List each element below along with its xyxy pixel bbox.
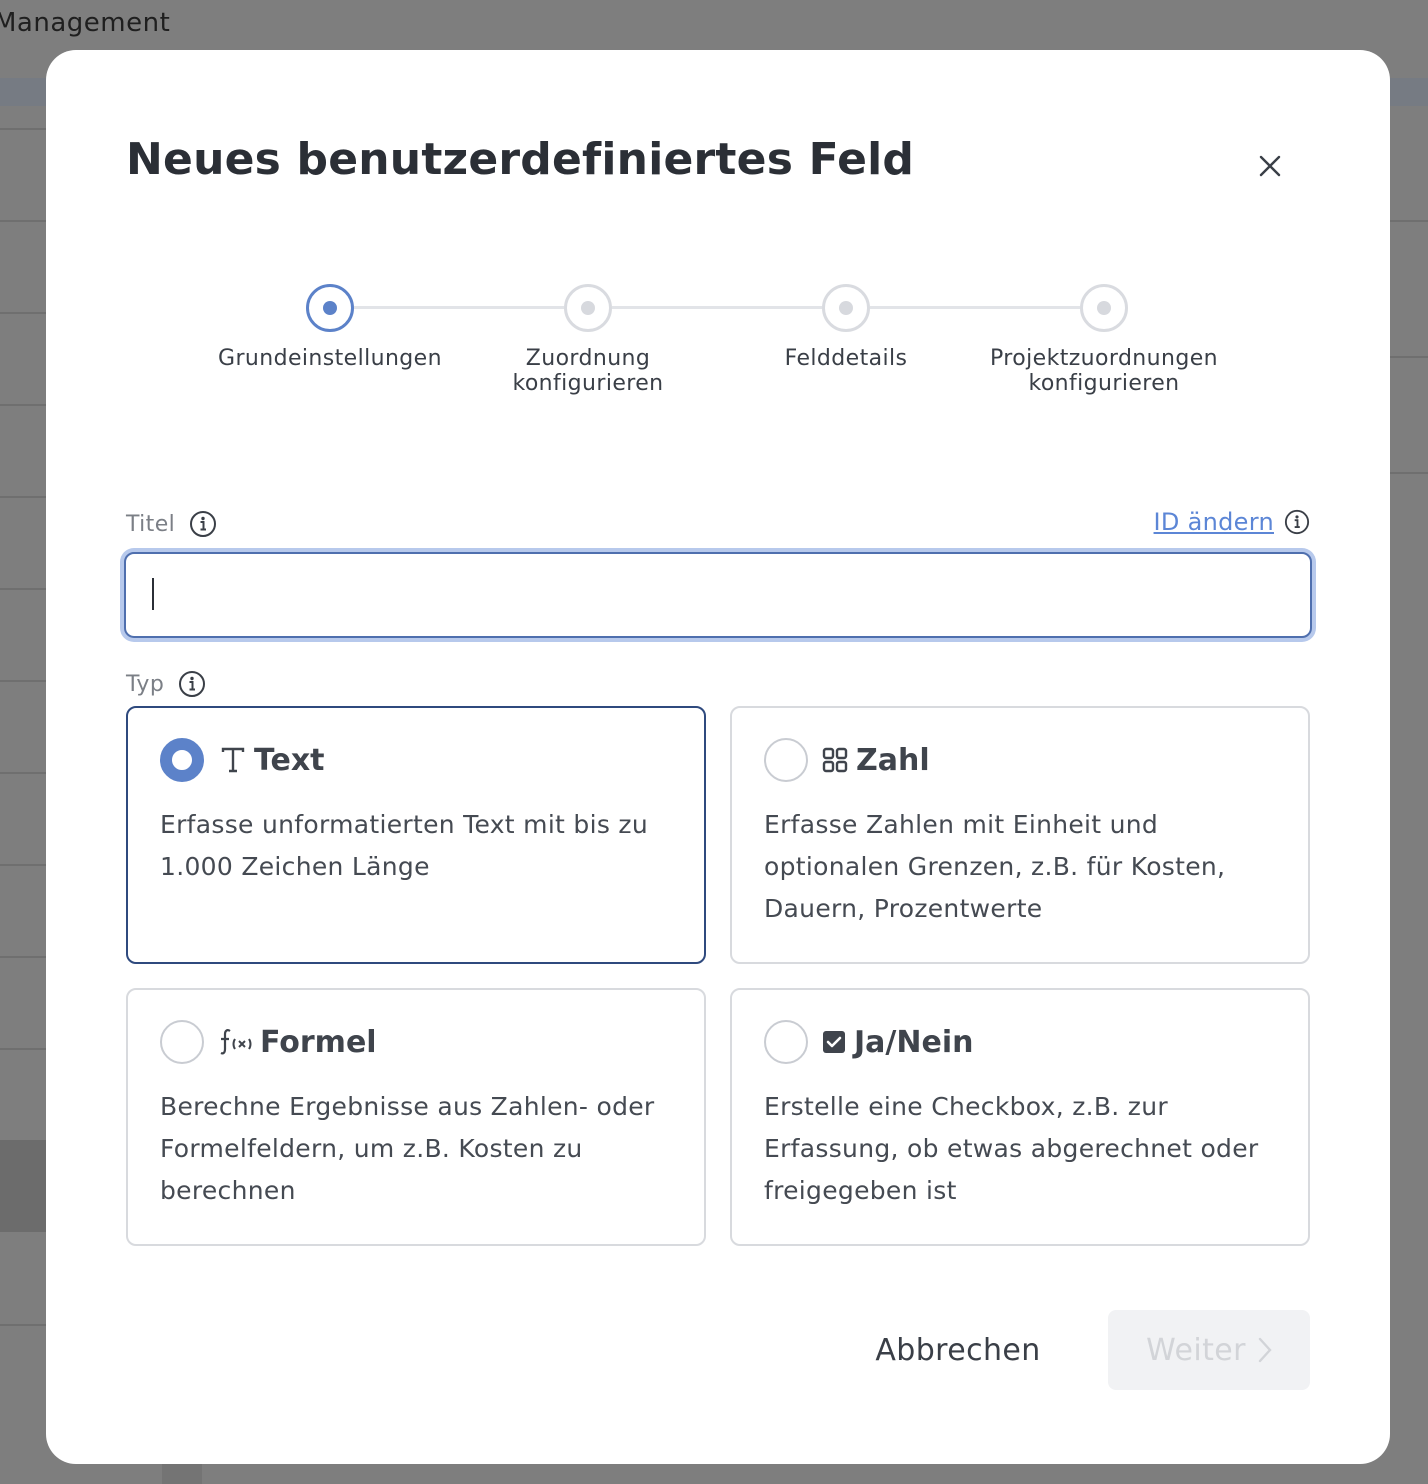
type-option-header: Text [220, 738, 325, 782]
step-indicator-projektzuordnungen [1080, 284, 1128, 332]
type-label: Typ [126, 671, 165, 697]
step-label-felddetails: Felddetails [784, 346, 908, 371]
cancel-button[interactable]: Abbrechen [858, 1310, 1058, 1390]
title-input[interactable] [124, 552, 1312, 638]
info-icon[interactable] [1284, 509, 1310, 535]
step-indicator-felddetails [822, 284, 870, 332]
type-option-zahl[interactable]: Zahl Erfasse Zahlen mit Einheit und opti… [730, 706, 1310, 964]
background-divider [0, 864, 46, 866]
type-field-label-row: Typ [126, 670, 206, 698]
type-option-header: Zahl [822, 738, 930, 782]
type-radio-zahl[interactable] [764, 738, 808, 782]
background-element [162, 1462, 202, 1484]
type-radio-text[interactable] [160, 738, 204, 782]
background-divider [1390, 472, 1428, 474]
text-cursor [152, 578, 154, 610]
background-divider [1390, 356, 1428, 358]
type-name-zahl: Zahl [856, 742, 930, 778]
change-id-row: ID ändern [1154, 508, 1310, 536]
change-id-link[interactable]: ID ändern [1154, 508, 1274, 536]
type-name-text: Text [254, 742, 325, 778]
stepper-connector [354, 306, 564, 309]
background-divider [0, 772, 46, 774]
type-option-ja-nein[interactable]: Ja/Nein Erstelle eine Checkbox, z.B. zur… [730, 988, 1310, 1246]
chevron-right-icon [1258, 1337, 1272, 1363]
info-icon[interactable] [189, 510, 217, 538]
title-label: Titel [126, 511, 176, 537]
title-field-label-row: Titel [126, 510, 217, 538]
background-page-title: Management [0, 8, 171, 38]
background-divider [0, 956, 46, 958]
background-divider [0, 496, 46, 498]
next-button-label: Weiter [1146, 1332, 1246, 1368]
custom-field-dialog: Neues benutzerdefiniertes Feld Grundeins… [46, 50, 1390, 1464]
step-indicator-grundeinstellungen [306, 284, 354, 332]
background-divider [0, 404, 46, 406]
type-option-formel[interactable]: Formel Berechne Ergebnisse aus Zahlen- o… [126, 988, 706, 1246]
stepper-connector [612, 306, 822, 309]
step-label-zuordnung: Zuordnung konfigurieren [512, 346, 664, 396]
background-divider [0, 1324, 46, 1326]
close-icon [1259, 155, 1281, 177]
background-divider [0, 1048, 46, 1050]
step-label-projektzuordnungen: Projektzuordnungen konfigurieren [990, 346, 1218, 396]
close-button[interactable] [1250, 146, 1290, 186]
formula-icon [220, 1029, 252, 1055]
info-icon[interactable] [178, 670, 206, 698]
next-button[interactable]: Weiter [1108, 1310, 1310, 1390]
background-highlighted-row [0, 1140, 46, 1232]
step-indicator-zuordnung [564, 284, 612, 332]
type-description-ja-nein: Erstelle eine Checkbox, z.B. zur Erfassu… [764, 1092, 1259, 1205]
type-description-zahl: Erfasse Zahlen mit Einheit und optionale… [764, 810, 1226, 923]
type-option-header: Ja/Nein [822, 1020, 973, 1064]
background-divider [0, 220, 46, 222]
type-name-ja-nein: Ja/Nein [854, 1024, 974, 1060]
type-description-text: Erfasse unformatierten Text mit bis zu 1… [160, 810, 648, 881]
type-option-header: Formel [218, 1020, 377, 1064]
background-divider [0, 312, 46, 314]
step-label-grundeinstellungen: Grundeinstellungen [218, 346, 442, 371]
dialog-title: Neues benutzerdefiniertes Feld [126, 134, 915, 185]
type-radio-formel[interactable] [160, 1020, 204, 1064]
background-divider [0, 128, 46, 130]
stepper-connector [870, 306, 1080, 309]
checkbox-icon [823, 1031, 845, 1053]
background-divider [1390, 220, 1428, 222]
background-divider [0, 680, 46, 682]
type-radio-ja-nein[interactable] [764, 1020, 808, 1064]
number-grid-icon [822, 747, 848, 773]
background-divider [0, 588, 46, 590]
type-option-text[interactable]: Text Erfasse unformatierten Text mit bis… [126, 706, 706, 964]
type-name-formel: Formel [260, 1024, 377, 1060]
type-description-formel: Berechne Ergebnisse aus Zahlen- oder For… [160, 1092, 655, 1205]
text-type-icon [221, 747, 245, 773]
